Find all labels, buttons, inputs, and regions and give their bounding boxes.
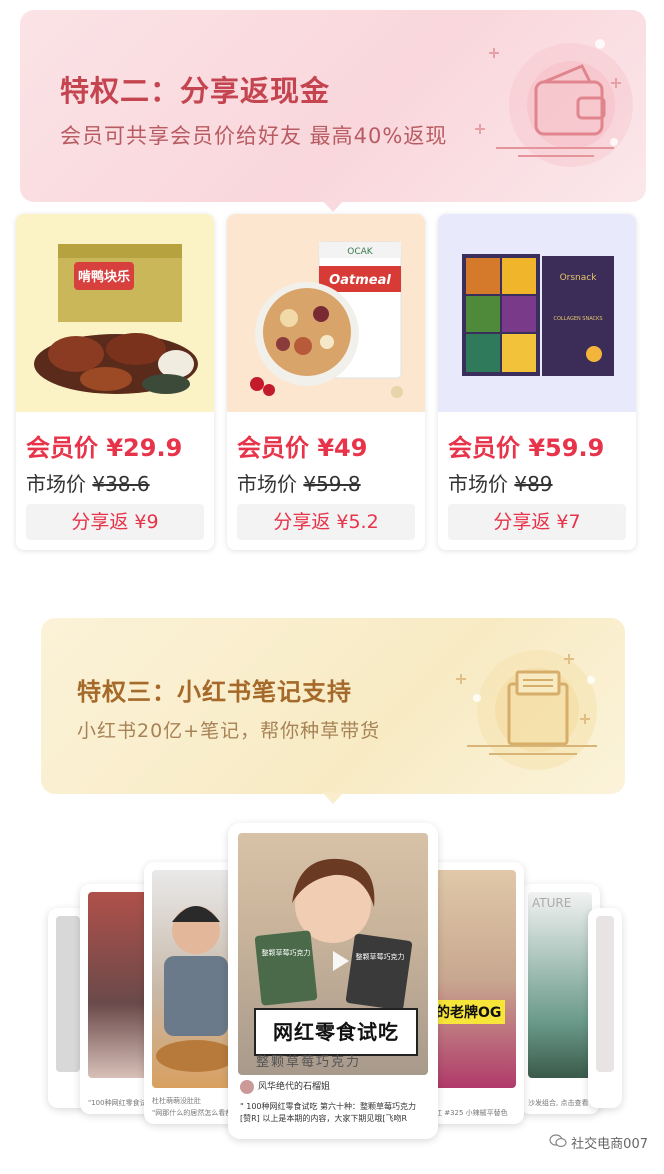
member-price: 会员价 ¥59.9: [448, 434, 605, 462]
note-author-name: 风华绝代的石榴姐: [258, 1082, 331, 1092]
svg-text:整颗草莓巧克力: 整颗草莓巧克力: [356, 952, 405, 961]
play-icon[interactable]: [333, 951, 349, 971]
notebook-icon: [456, 650, 597, 770]
market-price-label: 市场价: [448, 472, 515, 496]
svg-text:Oatmeal: Oatmeal: [329, 273, 391, 288]
note-card-center[interactable]: 整颗草莓巧克力 整颗草莓巧克力 网红零食试吃 整颗草莓巧克力 风华绝代的石榴姐 …: [228, 823, 438, 1139]
note-image: [152, 870, 240, 1088]
note-image: 的老牌OG: [428, 870, 516, 1088]
market-price-value: ¥59.8: [303, 472, 361, 496]
person-eating-photo: [156, 906, 236, 1072]
note-cover-subtitle: 整颗草莓巧克力: [256, 1055, 362, 1070]
market-price-label: 市场价: [237, 472, 304, 496]
svg-text:OCAK: OCAK: [347, 247, 374, 257]
watermark: 社交电商007: [549, 1133, 648, 1152]
wallet-icon: [475, 39, 633, 167]
note-caption: 口红 #325 小辣椒平替色: [428, 1109, 508, 1117]
note-image: 整颗草莓巧克力 整颗草莓巧克力 网红零食试吃: [238, 833, 428, 1075]
product-card-2[interactable]: OCAK Oatmeal 会员价 ¥49 市场价 ¥59.8 分享返 ¥5.2: [227, 214, 425, 550]
watermark-text: 社交电商007: [571, 1137, 648, 1152]
share-rebate-button[interactable]: 分享返 ¥7: [448, 504, 626, 540]
product-card-1[interactable]: 啃鸭块乐 会员价 ¥29.9 市场价 ¥38.6 分享返 ¥9: [16, 214, 214, 550]
note-overlay-text: ATURE: [532, 896, 572, 910]
product-card-3[interactable]: Orsnack COLLAGEN SNACKS 会员价 ¥59.9 市场价 ¥8…: [438, 214, 636, 550]
market-price-value: ¥89: [514, 472, 553, 496]
note-caption: 沙发组合, 点击查看: [528, 1099, 589, 1107]
note-caption: "100种网红零食试吃: [88, 1099, 152, 1107]
product-image-oatmeal: OCAK Oatmeal: [227, 214, 425, 412]
privilege2-banner: 特权二：分享返现金 会员可共享会员价给好友 最高40%返现: [20, 10, 646, 202]
note-image: [88, 892, 152, 1078]
market-price: 市场价 ¥38.6: [26, 468, 150, 497]
note-overlay-text: 的老牌OG: [432, 1000, 506, 1024]
note-caption: " 100种网红零食试吃 第六十种：整颗草莓巧克力[赞R] 以上是本期的内容，大…: [240, 1102, 417, 1123]
product-image-duck-snacks: 啃鸭块乐: [16, 214, 214, 412]
svg-text:整颗草莓巧克力: 整颗草莓巧克力: [262, 948, 311, 957]
member-price: 会员价 ¥49: [237, 434, 368, 462]
svg-text:Orsnack: Orsnack: [560, 273, 598, 283]
market-price: 市场价 ¥89: [448, 468, 553, 497]
product-image-dried-fruit: Orsnack COLLAGEN SNACKS: [438, 214, 636, 412]
banner-pointer: [322, 792, 344, 804]
avatar: [240, 1079, 254, 1094]
wechat-icon: [549, 1134, 567, 1148]
privilege3-subtitle: 小红书20亿+笔记，帮你种草带货: [77, 720, 381, 742]
note-image: ATURE: [528, 892, 592, 1078]
note-author: 杜杜萌萌没肚肚: [152, 1097, 201, 1105]
privilege2-subtitle: 会员可共享会员价给好友 最高40%返现: [60, 124, 448, 148]
market-price: 市场价 ¥59.8: [237, 468, 361, 497]
share-rebate-button[interactable]: 分享返 ¥5.2: [237, 504, 415, 540]
banner-pointer: [322, 200, 344, 212]
market-price-value: ¥38.6: [92, 472, 150, 496]
note-image: [596, 916, 614, 1072]
share-rebate-button[interactable]: 分享返 ¥9: [26, 504, 204, 540]
member-price: 会员价 ¥29.9: [26, 434, 183, 462]
privilege3-title: 特权三：小红书笔记支持: [77, 678, 352, 706]
svg-text:COLLAGEN SNACKS: COLLAGEN SNACKS: [554, 316, 603, 322]
privilege2-title: 特权二：分享返现金: [60, 74, 331, 108]
note-image: [56, 916, 80, 1072]
note-author: 风华绝代的石榴姐: [240, 1079, 330, 1094]
privilege3-banner: 特权三：小红书笔记支持 小红书20亿+笔记，帮你种草带货: [41, 618, 625, 794]
svg-text:啃鸭块乐: 啃鸭块乐: [78, 269, 130, 285]
note-card-far-right[interactable]: [588, 908, 622, 1108]
note-cover-title: 网红零食试吃: [254, 1008, 418, 1056]
note-caption: "网那什么的居然怎么看都好吃: [152, 1109, 240, 1117]
market-price-label: 市场价: [26, 472, 93, 496]
